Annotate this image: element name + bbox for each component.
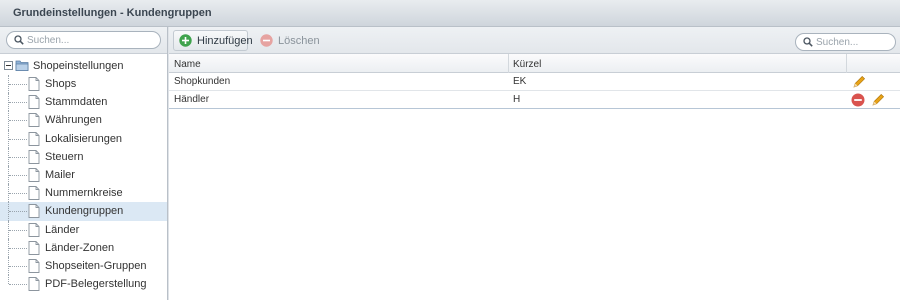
- tree-connector: [9, 156, 27, 158]
- tree-root-shopeinstellungen[interactable]: Shopeinstellungen: [0, 57, 167, 75]
- document-icon: [28, 222, 40, 237]
- edit-pencil-icon[interactable]: [871, 93, 885, 107]
- tree-connector: [9, 120, 27, 122]
- tree-item[interactable]: Länder-Zonen: [0, 238, 167, 257]
- tree-item-label: Nummernkreise: [45, 187, 123, 200]
- table-row[interactable]: Händler H: [169, 91, 900, 109]
- document-icon: [28, 277, 40, 292]
- cell-code: H: [513, 94, 521, 105]
- add-button[interactable]: Hinzufügen: [173, 30, 253, 51]
- grid-toolbar: Hinzufügen Löschen: [169, 27, 900, 54]
- tree-item[interactable]: Kundengruppen: [0, 202, 167, 221]
- tree-connector: [9, 284, 27, 286]
- tree-connector: [8, 275, 9, 285]
- settings-tree: Shopeinstellungen Shops Stammdaten Währung…: [0, 54, 167, 293]
- document-icon: [28, 240, 40, 255]
- tree-root-label: Shopeinstellungen: [33, 60, 124, 72]
- document-icon: [28, 149, 40, 164]
- tree-connector: [9, 174, 27, 176]
- column-header-code[interactable]: Kürzel: [513, 59, 541, 70]
- tree-item-label: Länder-Zonen: [45, 241, 115, 254]
- tree-item[interactable]: Shops: [0, 75, 167, 94]
- grid-search-input[interactable]: [816, 35, 892, 49]
- window-titlebar: Grundeinstellungen - Kundengruppen: [0, 0, 900, 27]
- grid-header: Name Kürzel: [169, 54, 900, 73]
- tree-connector: [9, 102, 27, 104]
- navigation-search-field[interactable]: [6, 31, 161, 49]
- search-icon: [803, 37, 813, 47]
- column-separator: [508, 54, 509, 73]
- cell-code: EK: [513, 76, 527, 87]
- cell-name: Shopkunden: [174, 76, 231, 87]
- tree-item-label: Mailer: [45, 168, 75, 181]
- column-header-name[interactable]: Name: [174, 59, 201, 70]
- document-icon: [28, 204, 40, 219]
- window-title: Grundeinstellungen - Kundengruppen: [13, 7, 212, 19]
- tree-item[interactable]: Steuern: [0, 147, 167, 166]
- customer-groups-grid: Name Kürzel Shopkunden EK Händler H: [169, 54, 900, 109]
- tree-connector: [9, 193, 27, 195]
- search-icon: [14, 35, 24, 45]
- edit-pencil-icon[interactable]: [852, 75, 866, 89]
- folder-open-icon: [15, 60, 29, 71]
- tree-item[interactable]: Lokalisierungen: [0, 129, 167, 148]
- document-icon: [28, 113, 40, 128]
- tree-connector: [9, 138, 27, 140]
- tree-connector: [9, 211, 27, 213]
- navigation-search-bar: [0, 27, 167, 54]
- cell-name: Händler: [174, 94, 210, 105]
- document-icon: [28, 77, 40, 91]
- collapse-toggle-icon[interactable]: [4, 61, 13, 70]
- add-button-label: Hinzufügen: [197, 35, 253, 47]
- add-icon: [179, 34, 192, 47]
- table-row[interactable]: Shopkunden EK: [169, 73, 900, 91]
- tree-connector: [9, 84, 27, 85]
- document-icon: [28, 95, 40, 110]
- tree-item-label: Stammdaten: [45, 96, 108, 109]
- tree-item[interactable]: Nummernkreise: [0, 184, 167, 203]
- navigation-search-input[interactable]: [27, 33, 155, 47]
- grid-search-field[interactable]: [795, 33, 896, 51]
- document-icon: [28, 186, 40, 201]
- tree-item[interactable]: PDF-Belegerstellung: [0, 275, 167, 293]
- row-actions: [851, 92, 899, 108]
- tree-item-label: Länder: [45, 223, 80, 236]
- tree-item[interactable]: Währungen: [0, 111, 167, 130]
- tree-item-label: Währungen: [45, 114, 102, 127]
- tree-item[interactable]: Stammdaten: [0, 93, 167, 112]
- navigation-panel: Shopeinstellungen Shops Stammdaten Währung…: [0, 27, 168, 300]
- delete-icon: [260, 34, 273, 47]
- tree-item[interactable]: Länder: [0, 220, 167, 239]
- document-icon: [28, 258, 40, 273]
- column-separator: [846, 54, 847, 73]
- delete-row-icon[interactable]: [851, 93, 865, 107]
- row-actions: [851, 74, 899, 90]
- tree-connector: [9, 247, 27, 249]
- tree-item-label: PDF-Belegerstellung: [45, 278, 147, 291]
- main-content: Hinzufügen Löschen Name Kürzel Shopkunde…: [169, 27, 900, 300]
- document-icon: [28, 131, 40, 146]
- tree-item-label: Shops: [45, 78, 77, 90]
- tree-item-label: Shopseiten-Gruppen: [45, 259, 147, 272]
- tree-connector: [9, 265, 27, 267]
- tree-item[interactable]: Shopseiten-Gruppen: [0, 256, 167, 276]
- tree-item[interactable]: Mailer: [0, 165, 167, 185]
- document-icon: [28, 167, 40, 182]
- delete-button[interactable]: Löschen: [254, 30, 320, 51]
- tree-connector: [9, 229, 27, 231]
- delete-button-label: Löschen: [278, 35, 320, 47]
- tree-item-label: Steuern: [45, 150, 84, 163]
- tree-item-label: Kundengruppen: [45, 205, 124, 218]
- tree-item-label: Lokalisierungen: [45, 132, 123, 145]
